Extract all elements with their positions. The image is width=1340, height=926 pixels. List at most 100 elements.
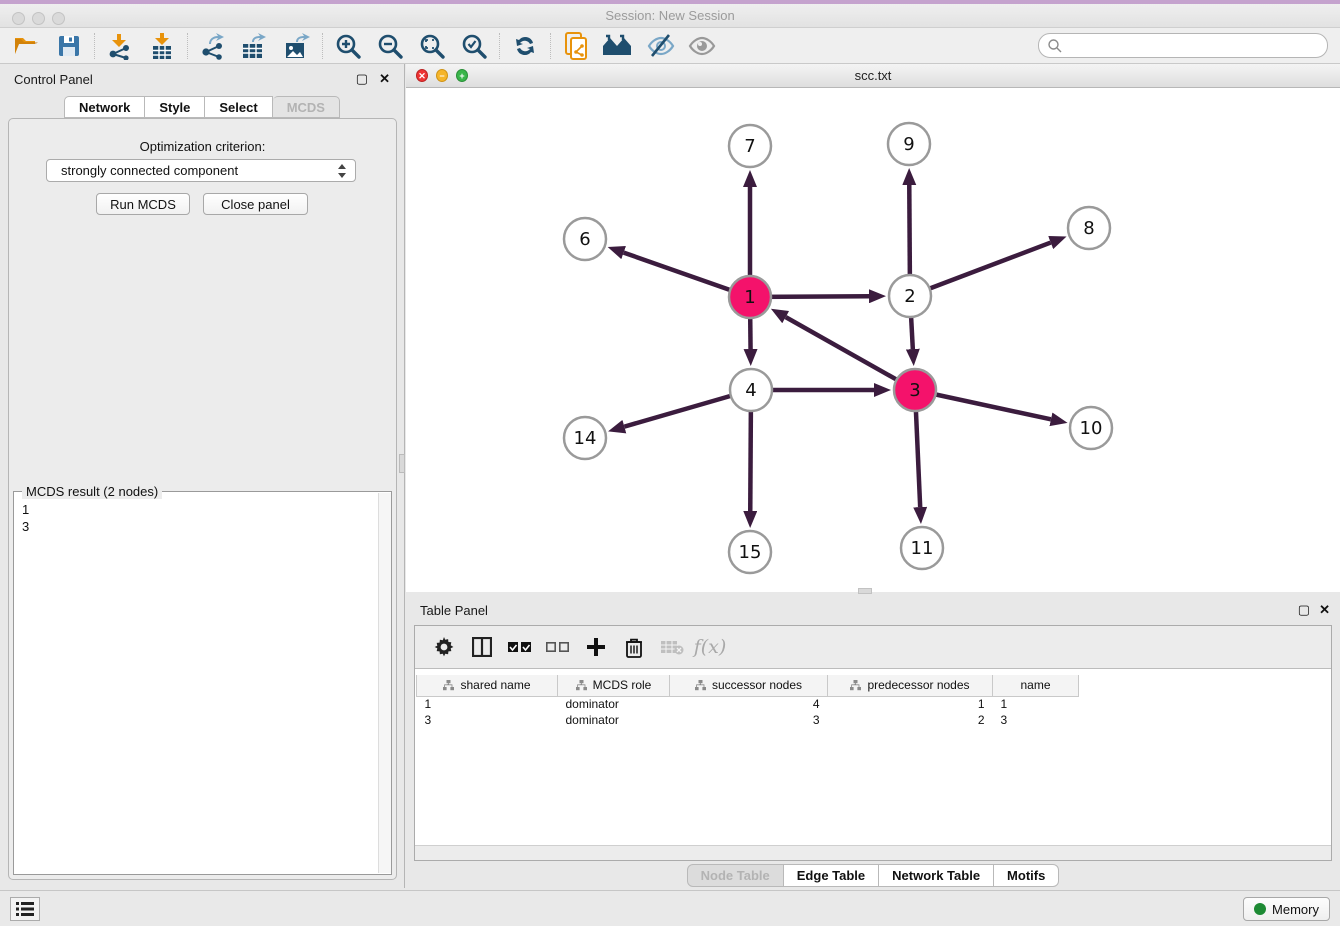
delete-table-icon[interactable]	[653, 632, 691, 662]
zoom-fit-icon[interactable]	[411, 30, 453, 62]
tab-mcds[interactable]: MCDS	[273, 96, 340, 118]
table-row[interactable]: 1dominator411	[417, 696, 1079, 712]
delete-column-icon[interactable]	[615, 632, 653, 662]
vertical-splitter-grip[interactable]	[399, 454, 405, 473]
export-image-icon[interactable]	[276, 30, 318, 62]
search-input[interactable]	[1063, 36, 1327, 56]
hide-selected-icon[interactable]	[639, 30, 681, 62]
node-label-11: 11	[911, 538, 934, 559]
node-table-container: f(x) shared nameMCDS rolesuccessor nodes…	[414, 625, 1332, 861]
edge-3-1[interactable]	[786, 317, 915, 390]
open-file-icon[interactable]	[6, 30, 48, 62]
tab-motifs[interactable]: Motifs	[994, 864, 1059, 887]
close-panel-button[interactable]: Close panel	[203, 193, 308, 215]
toolbar-separator	[94, 33, 95, 59]
import-network-icon[interactable]	[99, 30, 141, 62]
window-titlebar[interactable]: Session: New Session	[0, 4, 1340, 28]
tab-network-table[interactable]: Network Table	[879, 864, 994, 887]
export-table-icon[interactable]	[234, 30, 276, 62]
column-header-predecessor-nodes[interactable]: predecessor nodes	[828, 675, 993, 696]
close-table-panel-icon[interactable]: ✕	[1319, 603, 1330, 616]
table-bottom-strip	[415, 845, 1331, 860]
cell[interactable]: dominator	[558, 712, 670, 728]
create-column-icon[interactable]	[577, 632, 615, 662]
node-label-1: 1	[744, 287, 755, 308]
cell[interactable]: 3	[417, 712, 558, 728]
cell[interactable]: 3	[670, 712, 828, 728]
optimization-criterion-select[interactable]: strongly connected component	[46, 159, 356, 182]
float-table-panel-icon[interactable]: ▢	[1298, 603, 1310, 616]
show-all-icon[interactable]	[681, 30, 723, 62]
cell[interactable]: 2	[828, 712, 993, 728]
apply-layout-icon[interactable]	[504, 30, 546, 62]
export-network-icon[interactable]	[192, 30, 234, 62]
application-window: Session: New Session Control Panel	[0, 0, 1340, 926]
table-options-gear-icon[interactable]	[425, 632, 463, 662]
horizontal-splitter-grip[interactable]	[858, 588, 872, 594]
show-column-panel-icon[interactable]	[463, 632, 501, 662]
select-stepper-icon	[338, 164, 347, 178]
table-panel-title: Table Panel	[420, 603, 488, 618]
optimization-criterion-label: Optimization criterion:	[9, 139, 396, 154]
import-table-icon[interactable]	[141, 30, 183, 62]
table-panel-header: Table Panel ▢ ✕	[406, 595, 1340, 625]
node-label-9: 9	[903, 134, 914, 155]
tab-network[interactable]: Network	[64, 96, 145, 118]
toolbar-separator	[187, 33, 188, 59]
network-title: scc.txt	[406, 68, 1340, 83]
node-label-15: 15	[739, 542, 762, 563]
toolbar-separator	[322, 33, 323, 59]
column-header-MCDS-role[interactable]: MCDS role	[558, 675, 670, 696]
result-scrollbar[interactable]	[378, 493, 391, 873]
selected-criterion: strongly connected component	[61, 163, 238, 178]
task-history-button[interactable]	[10, 897, 40, 921]
control-panel-tabs: NetworkStyleSelectMCDS	[0, 96, 404, 118]
edge-2-8[interactable]	[910, 243, 1051, 296]
search-icon	[1047, 38, 1063, 54]
column-header-shared-name[interactable]: shared name	[417, 675, 558, 696]
node-label-2: 2	[904, 286, 915, 307]
network-canvas[interactable]: 7968124314101511	[406, 88, 1340, 592]
network-graph[interactable]: 7968124314101511	[406, 88, 1340, 592]
first-neighbors-icon[interactable]	[597, 30, 639, 62]
memory-button[interactable]: Memory	[1243, 897, 1330, 921]
tab-style[interactable]: Style	[145, 96, 205, 118]
zoom-in-icon[interactable]	[327, 30, 369, 62]
cell[interactable]: 1	[993, 696, 1079, 712]
zoom-selected-icon[interactable]	[453, 30, 495, 62]
node-label-8: 8	[1083, 218, 1094, 239]
control-panel: Control Panel ▢ ✕ NetworkStyleSelectMCDS…	[0, 64, 405, 888]
run-mcds-button[interactable]: Run MCDS	[96, 193, 190, 215]
float-panel-icon[interactable]: ▢	[356, 72, 368, 85]
node-table[interactable]: shared nameMCDS rolesuccessor nodesprede…	[416, 675, 1079, 728]
main-toolbar	[0, 28, 1340, 64]
network-window-titlebar[interactable]: ✕ − + scc.txt	[406, 64, 1340, 88]
cell[interactable]: 1	[417, 696, 558, 712]
cell[interactable]: 4	[670, 696, 828, 712]
table-row[interactable]: 3dominator323	[417, 712, 1079, 728]
zoom-out-icon[interactable]	[369, 30, 411, 62]
function-builder-icon[interactable]: f(x)	[694, 636, 727, 658]
mcds-result-title: MCDS result (2 nodes)	[22, 484, 162, 499]
control-panel-title: Control Panel	[14, 72, 93, 87]
cell[interactable]: dominator	[558, 696, 670, 712]
column-header-successor-nodes[interactable]: successor nodes	[670, 675, 828, 696]
mcds-result-list: 1 3	[22, 501, 29, 535]
cell[interactable]: 1	[828, 696, 993, 712]
clone-network-icon[interactable]	[555, 30, 597, 62]
tab-edge-table[interactable]: Edge Table	[784, 864, 879, 887]
save-session-icon[interactable]	[48, 30, 90, 62]
window-title: Session: New Session	[0, 8, 1340, 23]
table-panel-tabs: Node TableEdge TableNetwork TableMotifs	[406, 864, 1340, 887]
node-label-7: 7	[744, 136, 755, 157]
tab-select[interactable]: Select	[205, 96, 272, 118]
node-label-4: 4	[745, 380, 756, 401]
tab-node-table[interactable]: Node Table	[687, 864, 784, 887]
mcds-result-box: MCDS result (2 nodes) 1 3	[13, 491, 392, 875]
cell[interactable]: 3	[993, 712, 1079, 728]
deselect-all-columns-icon[interactable]	[539, 632, 577, 662]
column-header-name[interactable]: name	[993, 675, 1079, 696]
close-panel-icon[interactable]: ✕	[379, 72, 390, 85]
toolbar-search[interactable]	[1038, 33, 1328, 58]
select-all-columns-icon[interactable]	[501, 632, 539, 662]
